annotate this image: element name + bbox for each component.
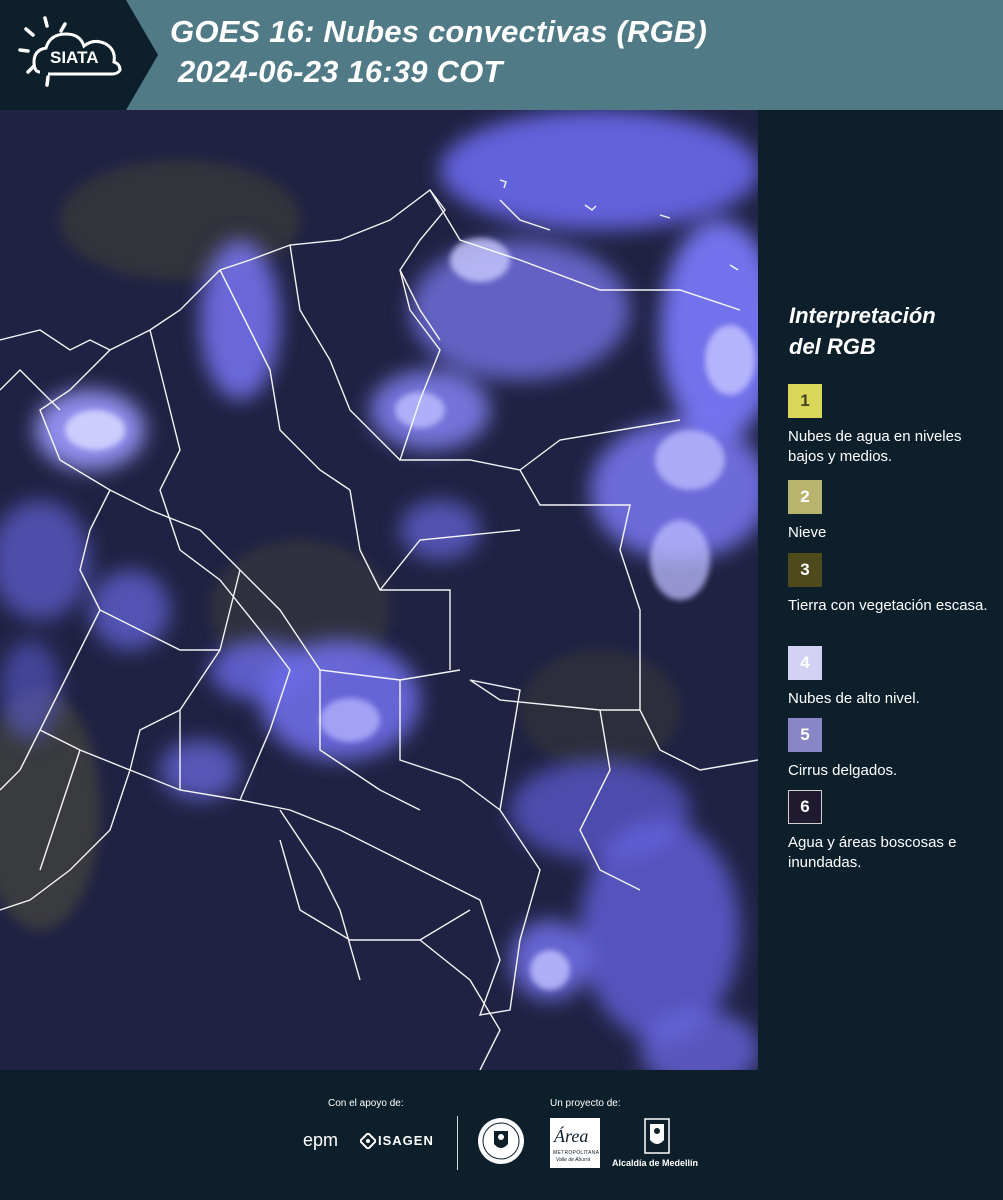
medellin-seal-icon xyxy=(476,1116,526,1171)
siata-logo: SIATA xyxy=(0,0,158,110)
support-label: Con el apoyo de: xyxy=(328,1098,404,1109)
legend-swatch-3: 3 xyxy=(788,553,822,587)
legend-item-6: 6 Agua y áreas boscosas e inundadas. xyxy=(788,790,998,873)
legend-swatch-5: 5 xyxy=(788,718,822,752)
timestamp: 2024-06-23 16:39 COT xyxy=(178,54,503,89)
legend-item-1: 1 Nubes de agua en niveles bajos y medio… xyxy=(788,384,998,467)
logo-text: SIATA xyxy=(50,48,98,67)
legend-swatch-6: 6 xyxy=(788,790,822,824)
isagen-icon xyxy=(360,1133,376,1149)
legend-swatch-1: 1 xyxy=(788,384,822,418)
legend-panel: Interpretación del RGB 1 Nubes de agua e… xyxy=(758,110,1003,1070)
legend-label-2: Nieve xyxy=(788,524,827,541)
legend-label-6: Agua y áreas boscosas e inundadas. xyxy=(788,834,957,871)
alcaldia-label: Alcaldía de Medellín xyxy=(612,1158,699,1168)
legend-swatch-4: 4 xyxy=(788,646,822,680)
legend-item-4: 4 Nubes de alto nivel. xyxy=(788,646,998,709)
legend-item-5: 5 Cirrus delgados. xyxy=(788,718,998,781)
legend-label-4: Nubes de alto nivel. xyxy=(788,690,920,707)
alcaldia-shield-icon xyxy=(644,1118,670,1159)
footer-divider xyxy=(457,1116,458,1170)
legend-label-5: Cirrus delgados. xyxy=(788,762,898,779)
legend-swatch-2: 2 xyxy=(788,480,822,514)
legend-label-3: Tierra con vegetación escasa. xyxy=(788,597,988,614)
footer: Con el apoyo de: Un proyecto de: epm ISA… xyxy=(0,1070,1003,1200)
satellite-rgb-map xyxy=(0,110,758,1070)
project-label: Un proyecto de: xyxy=(550,1098,621,1109)
legend-title: Interpretación del RGB xyxy=(789,303,936,359)
isagen-logo: ISAGEN xyxy=(360,1132,440,1152)
epm-logo: epm xyxy=(303,1130,339,1150)
legend-item-2: 2 Nieve xyxy=(788,480,998,543)
legend-label-1: Nubes de agua en niveles bajos y medios. xyxy=(788,428,962,465)
area-metropolitana-logo: Área METROPOLITANA Valle de Aburrá xyxy=(550,1118,600,1168)
header-bar: SIATA GOES 16: Nubes convectivas (RGB) 2… xyxy=(0,0,1003,110)
page-title: GOES 16: Nubes convectivas (RGB) xyxy=(170,14,708,49)
legend-item-3: 3 Tierra con vegetación escasa. xyxy=(788,553,998,616)
